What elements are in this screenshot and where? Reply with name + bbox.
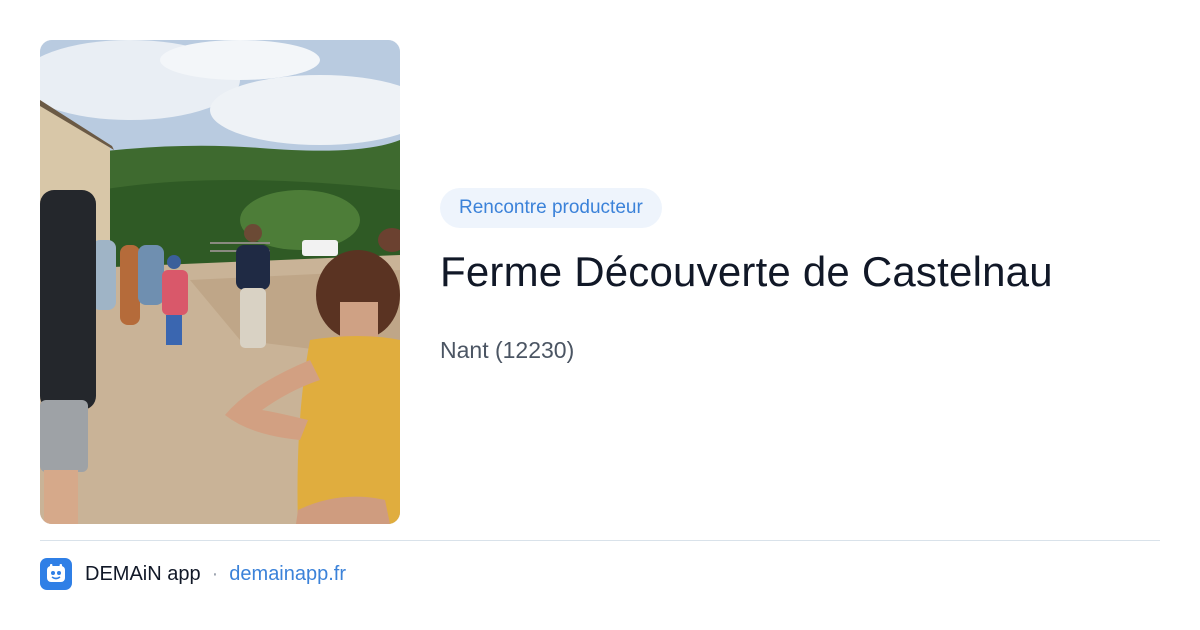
app-name: DEMAiN app — [85, 562, 201, 585]
demain-app-icon — [40, 558, 72, 590]
site-link[interactable]: demainapp.fr — [229, 563, 346, 586]
farm-visit-photo — [40, 40, 400, 524]
footer-divider — [40, 540, 1160, 541]
page-title: Ferme Découverte de Castelnau — [440, 248, 1053, 295]
location-text: Nant (12230) — [440, 337, 575, 363]
footer-separator: · — [211, 562, 219, 585]
category-tag: Rencontre producteur — [440, 188, 662, 228]
footer: DEMAiN app · demainapp.fr — [40, 558, 346, 590]
